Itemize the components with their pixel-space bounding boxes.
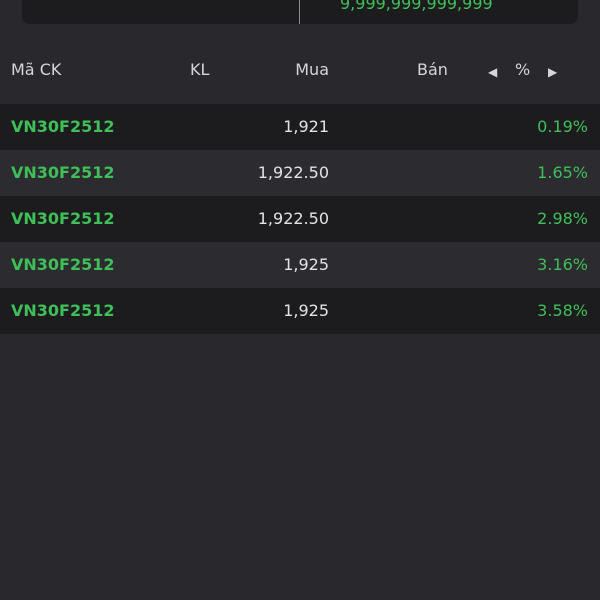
market-screen: 9,999,999,999,999 Mã CK KL Mua Bán ◀ % ▶…: [0, 0, 600, 600]
table-row[interactable]: VN30F2512 1,922.50 1.65%: [0, 150, 600, 196]
table-row[interactable]: VN30F2512 1,922.50 2.98%: [0, 196, 600, 242]
card-divider: [299, 0, 300, 24]
table-header: Mã CK KL Mua Bán ◀ % ▶: [0, 52, 600, 88]
row-percent: 2.98%: [537, 209, 588, 228]
row-buy: 1,925: [283, 301, 329, 320]
table-row[interactable]: VN30F2512 1,921 0.19%: [0, 104, 600, 150]
caret-right-icon[interactable]: ▶: [548, 63, 557, 81]
caret-left-icon[interactable]: ◀: [488, 63, 497, 81]
summary-card: 9,999,999,999,999: [22, 0, 578, 24]
row-buy: 1,925: [283, 255, 329, 274]
table-body: VN30F2512 1,921 0.19% VN30F2512 1,922.50…: [0, 104, 600, 334]
row-percent: 3.16%: [537, 255, 588, 274]
summary-value: 9,999,999,999,999: [340, 0, 493, 13]
header-percent[interactable]: %: [515, 61, 530, 79]
row-code[interactable]: VN30F2512: [11, 118, 115, 136]
header-buy[interactable]: Mua: [295, 61, 329, 79]
row-buy: 1,922.50: [257, 163, 329, 182]
row-percent: 0.19%: [537, 117, 588, 136]
header-volume[interactable]: KL: [190, 61, 209, 79]
row-code[interactable]: VN30F2512: [11, 302, 115, 320]
row-code[interactable]: VN30F2512: [11, 210, 115, 228]
header-code[interactable]: Mã CK: [11, 61, 61, 79]
row-percent: 3.58%: [537, 301, 588, 320]
row-buy: 1,921: [283, 117, 329, 136]
row-percent: 1.65%: [537, 163, 588, 182]
header-sell[interactable]: Bán: [417, 61, 448, 79]
table-row[interactable]: VN30F2512 1,925 3.16%: [0, 242, 600, 288]
table-row[interactable]: VN30F2512 1,925 3.58%: [0, 288, 600, 334]
row-code[interactable]: VN30F2512: [11, 256, 115, 274]
row-code[interactable]: VN30F2512: [11, 164, 115, 182]
row-buy: 1,922.50: [257, 209, 329, 228]
